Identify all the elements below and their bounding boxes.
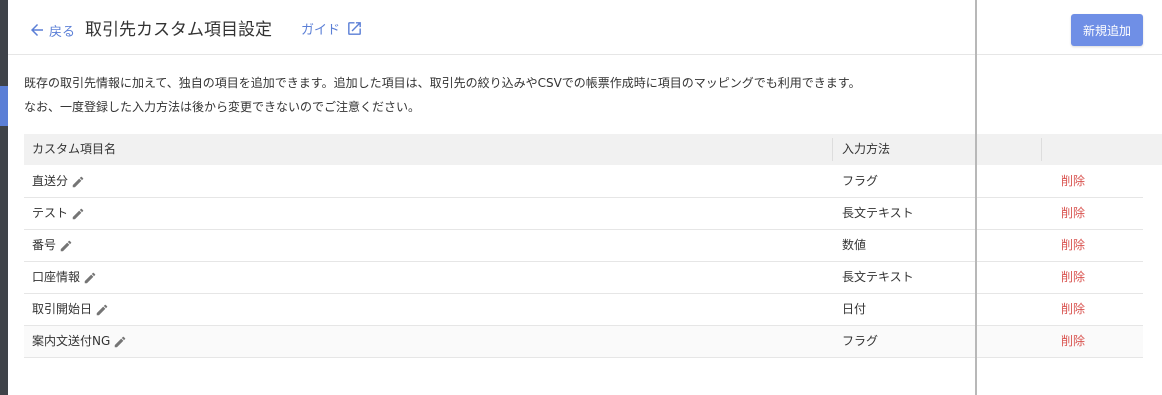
pencil-icon[interactable] bbox=[71, 207, 85, 221]
delete-link[interactable]: 削除 bbox=[1061, 262, 1085, 293]
page-title: 取引先カスタム項目設定 bbox=[85, 20, 272, 40]
guide-label: ガイド bbox=[301, 23, 341, 38]
pencil-icon[interactable] bbox=[83, 271, 97, 285]
pencil-icon[interactable] bbox=[71, 175, 85, 189]
arrow-left-icon bbox=[31, 24, 43, 36]
description: 既存の取引先情報に加えて、独自の項目を追加できます。追加した項目は、取引先の絞り… bbox=[24, 71, 861, 119]
left-sidebar-active-indicator bbox=[0, 86, 8, 126]
add-new-button[interactable]: 新規追加 bbox=[1071, 14, 1143, 46]
input-type: 長文テキスト bbox=[842, 270, 914, 284]
panel-divider-line bbox=[975, 0, 977, 395]
input-type: 長文テキスト bbox=[842, 206, 914, 220]
field-name: 取引開始日 bbox=[32, 302, 93, 316]
table-header: カスタム項目名 入力方法 bbox=[24, 134, 1162, 165]
column-divider bbox=[832, 138, 833, 161]
back-label: 戻る bbox=[49, 24, 76, 40]
delete-link[interactable]: 削除 bbox=[1061, 166, 1085, 197]
pencil-icon[interactable] bbox=[95, 303, 109, 317]
back-link[interactable]: 戻る bbox=[28, 20, 75, 40]
column-header-name: カスタム項目名 bbox=[32, 142, 117, 156]
pencil-icon[interactable] bbox=[113, 335, 127, 349]
field-name: 番号 bbox=[32, 238, 57, 252]
pencil-icon[interactable] bbox=[59, 239, 73, 253]
field-name: テスト bbox=[32, 206, 69, 220]
left-sidebar-rail bbox=[0, 0, 8, 395]
input-type: 数値 bbox=[842, 238, 867, 252]
field-name-cell: 取引開始日 bbox=[32, 294, 109, 325]
delete-link[interactable]: 削除 bbox=[1061, 294, 1085, 325]
field-name-cell: 番号 bbox=[32, 230, 73, 261]
description-line-2: なお、一度登録した入力方法は後から変更できないのでご注意ください。 bbox=[24, 100, 421, 114]
guide-link[interactable]: ガイド bbox=[301, 19, 363, 38]
delete-link[interactable]: 削除 bbox=[1061, 230, 1085, 261]
input-type: 日付 bbox=[842, 302, 867, 316]
field-name-cell: 直送分 bbox=[32, 166, 85, 197]
column-divider bbox=[1041, 138, 1042, 161]
input-type: フラグ bbox=[842, 174, 879, 188]
field-name: 案内文送付NG bbox=[32, 334, 111, 348]
field-name-cell: 口座情報 bbox=[32, 262, 97, 293]
field-name: 口座情報 bbox=[32, 270, 81, 284]
field-name-cell: テスト bbox=[32, 198, 85, 229]
input-type: フラグ bbox=[842, 334, 879, 348]
open-in-new-icon bbox=[348, 22, 361, 35]
field-name-cell: 案内文送付NG bbox=[32, 326, 127, 357]
delete-link[interactable]: 削除 bbox=[1061, 326, 1085, 357]
field-name: 直送分 bbox=[32, 174, 69, 188]
page-header: 戻る 取引先カスタム項目設定 ガイド 新規追加 bbox=[8, 0, 1162, 55]
delete-link[interactable]: 削除 bbox=[1061, 198, 1085, 229]
column-header-type: 入力方法 bbox=[842, 142, 891, 156]
description-line-1: 既存の取引先情報に加えて、独自の項目を追加できます。追加した項目は、取引先の絞り… bbox=[24, 76, 861, 90]
